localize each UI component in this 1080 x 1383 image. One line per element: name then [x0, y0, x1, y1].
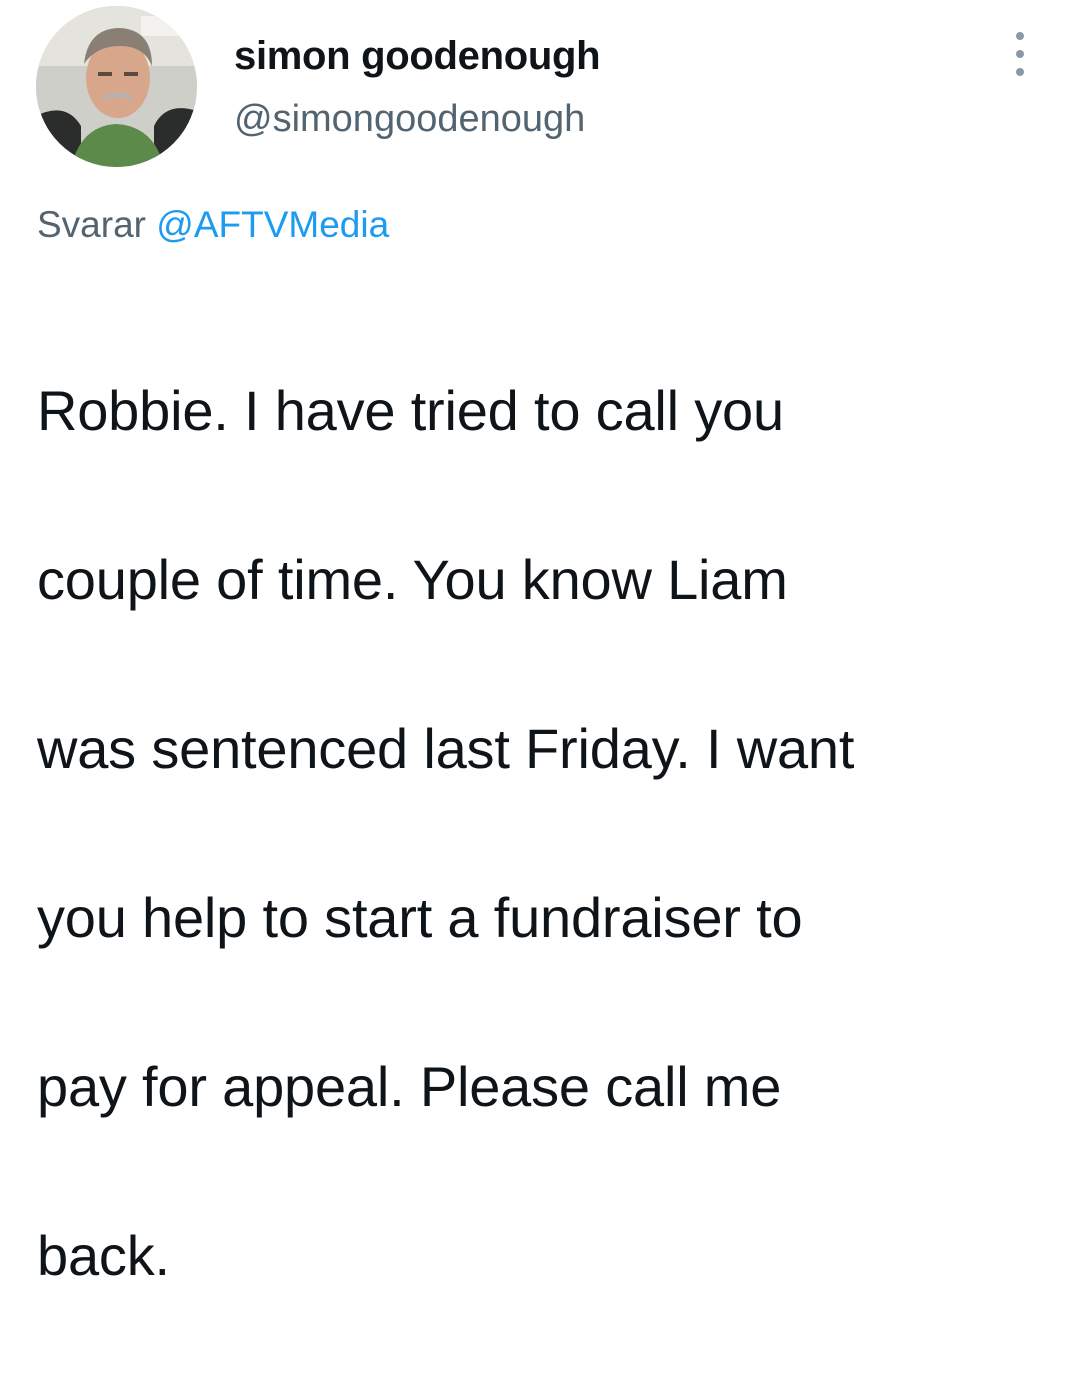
- tweet-text-line: pay for appeal. Please call me: [37, 1054, 782, 1118]
- tweet-text-line: Robbie. I have tried to call you: [37, 378, 784, 442]
- avatar[interactable]: [36, 6, 197, 167]
- tweet-text: Robbie. I have tried to call you couple …: [37, 284, 1047, 1383]
- reply-context: Svarar @AFTVMedia: [37, 204, 389, 246]
- display-name[interactable]: simon goodenough: [234, 34, 601, 79]
- handle[interactable]: @simongoodenough: [234, 98, 585, 141]
- tweet-text-line: you help to start a fundraiser to: [37, 885, 803, 949]
- more-vertical-icon: [1016, 50, 1024, 58]
- tweet-text-line: couple of time. You know Liam: [37, 547, 788, 611]
- reply-prefix: Svarar: [37, 204, 146, 245]
- tweet-text-line: was sentenced last Friday. I want: [37, 716, 855, 780]
- more-vertical-icon: [1016, 32, 1024, 40]
- profile-photo: [36, 6, 197, 167]
- tweet-text-line: back.: [37, 1223, 170, 1287]
- more-button[interactable]: [1002, 32, 1038, 76]
- reply-mention-link[interactable]: @AFTVMedia: [156, 204, 389, 245]
- more-vertical-icon: [1016, 68, 1024, 76]
